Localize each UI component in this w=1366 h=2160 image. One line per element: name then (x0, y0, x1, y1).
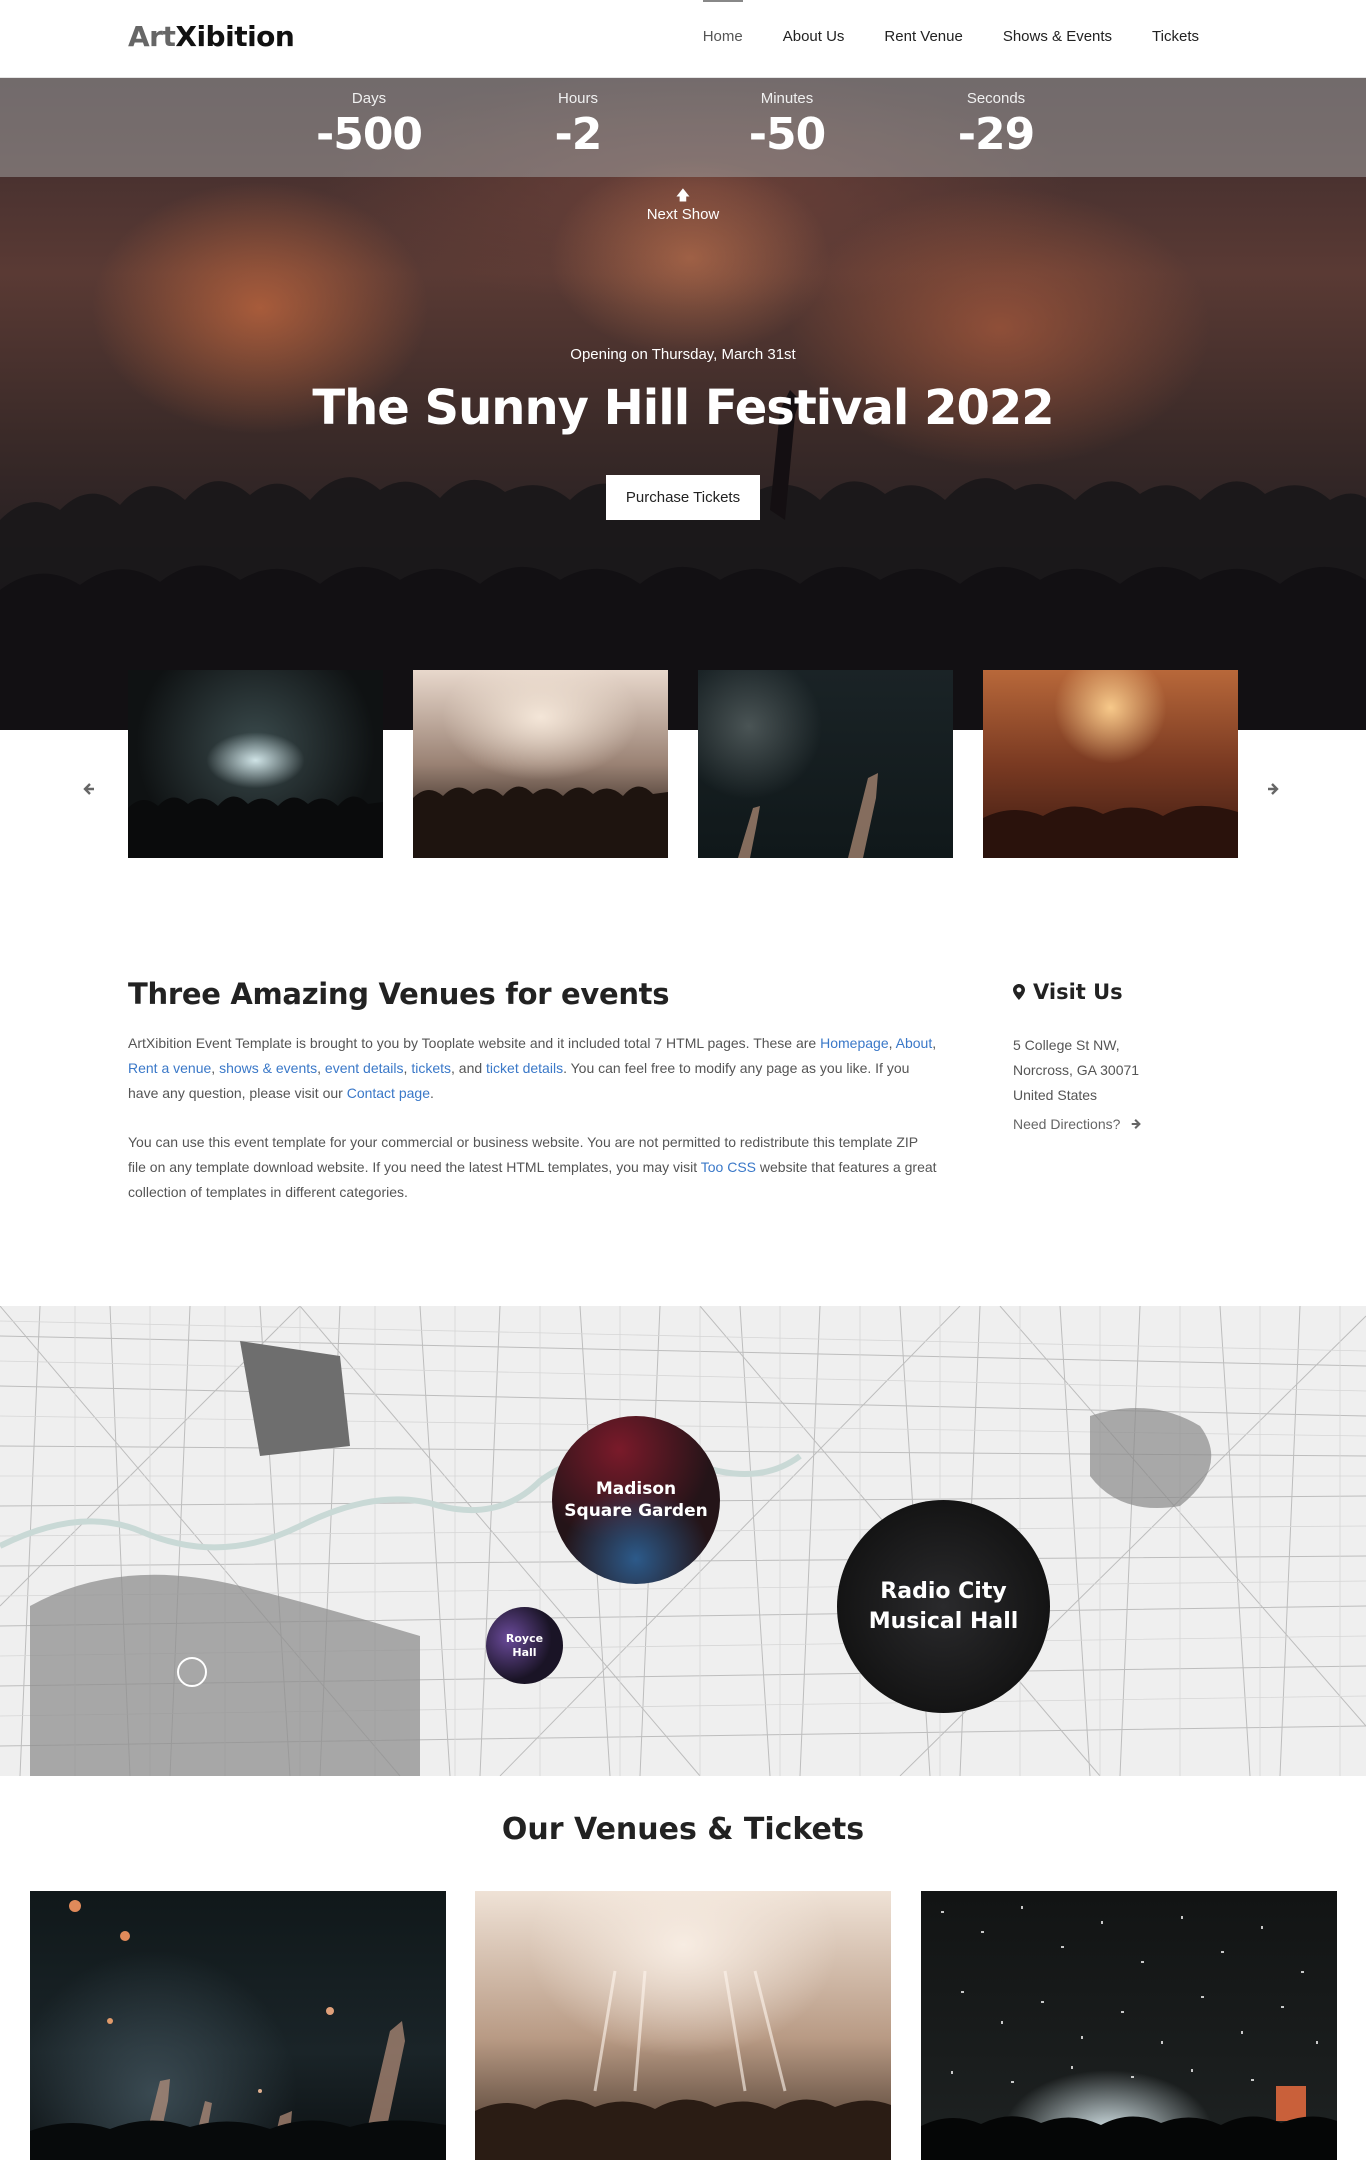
address-line: 5 College St NW, (1013, 1037, 1120, 1053)
carousel-image-1[interactable] (128, 670, 383, 858)
hero-title: The Sunny Hill Festival 2022 (312, 380, 1054, 436)
countdown-days: Days -500 (289, 90, 449, 160)
map-pin-icon (1013, 984, 1025, 1000)
paragraph-text: . (430, 1085, 434, 1101)
link-tickets[interactable]: tickets (411, 1060, 451, 1076)
link-ticket-details[interactable]: ticket details (486, 1060, 563, 1076)
map-venue-radio-city-musical-hall[interactable]: Radio City Musical Hall (837, 1500, 1050, 1713)
next-show-label: 🡅 Next Show (583, 188, 783, 223)
link-homepage[interactable]: Homepage (820, 1035, 889, 1051)
link-contact-page[interactable]: Contact page (347, 1085, 430, 1101)
venue-name-line: Hall (512, 1645, 537, 1659)
crowd-silhouette (128, 796, 383, 858)
about-paragraph-1: ArtXibition Event Template is brought to… (128, 1035, 937, 1101)
concert-photo (921, 1906, 1337, 2160)
purchase-tickets-button[interactable]: Purchase Tickets (606, 475, 760, 520)
opening-date: Opening on Thursday, March 31st (570, 346, 796, 363)
concert-photo (30, 1900, 446, 2160)
map-venue-madison-square-garden[interactable]: Madison Square Garden (552, 1416, 720, 1584)
paragraph-text: , and (451, 1060, 487, 1076)
heart-hands-silhouette (983, 805, 1238, 858)
paragraph-text: ArtXibition Event Template is brought to… (128, 1035, 821, 1051)
countdown-minutes: Minutes -50 (707, 90, 867, 160)
link-shows-events[interactable]: shows & events (219, 1060, 317, 1076)
venue-address: 5 College St NW, Norcross, GA 30071 Unit… (1013, 1033, 1139, 1108)
arrow-right-icon (1268, 783, 1279, 795)
venue-name-line: Musical Hall (868, 1608, 1019, 1634)
need-directions-link[interactable]: Need Directions? (1013, 1116, 1142, 1132)
countdown-seconds: Seconds -29 (916, 90, 1076, 160)
about-paragraph-2: You can use this event template for your… (128, 1130, 938, 1205)
countdown-value: -2 (554, 109, 603, 160)
logo-text-art: Art (128, 20, 176, 53)
arrow-right-icon (1131, 1118, 1142, 1130)
site-logo[interactable]: ArtXibition (128, 20, 295, 53)
top-navbar: ArtXibition Home About Us Rent Venue Sho… (0, 0, 1366, 78)
main-menu: Home About Us Rent Venue Shows & Events … (683, 0, 1219, 78)
crowd-silhouette (413, 786, 668, 858)
our-venues-tickets-title: Our Venues & Tickets (501, 1812, 865, 1847)
countdown-value: -50 (748, 109, 827, 160)
visit-us-heading: Visit Us (1013, 980, 1123, 1004)
venue-map[interactable]: Madison Square Garden Radio City Musical H… (0, 1306, 1366, 1776)
hero-banner: Days -500 Hours -2 Minutes -50 Seconds -… (0, 78, 1366, 730)
carousel-image-2[interactable] (413, 670, 668, 858)
carousel-image-3[interactable] (698, 670, 953, 858)
countdown-value: -500 (315, 109, 423, 160)
concert-photo (475, 1970, 891, 2160)
venue-name-line: Square Garden (564, 1501, 708, 1521)
venue-card-image-3[interactable] (921, 1891, 1337, 2160)
map-venue-royce-hall[interactable]: Royce Hall (486, 1607, 563, 1684)
directions-text: Need Directions? (1013, 1116, 1121, 1132)
venues-section-title: Three Amazing Venues for events (128, 977, 670, 1011)
link-about[interactable]: About (896, 1035, 933, 1051)
countdown-label: Days (351, 90, 387, 107)
nav-item-tickets[interactable]: Tickets (1132, 0, 1219, 78)
next-show-text: Next Show (646, 206, 720, 223)
venue-name-line: Madison (595, 1479, 677, 1499)
logo-text-xibition: Xibition (175, 20, 295, 53)
nav-item-about-us[interactable]: About Us (763, 0, 865, 78)
arrow-left-icon (83, 783, 94, 795)
hands-silhouette (738, 773, 878, 858)
link-too-css[interactable]: Too CSS (701, 1159, 756, 1175)
countdown-label: Minutes (760, 90, 814, 107)
arrow-up-icon: 🡅 (675, 187, 691, 203)
venue-card-image-2[interactable] (475, 1891, 891, 2160)
countdown-hours: Hours -2 (498, 90, 658, 160)
countdown-bar: Days -500 Hours -2 Minutes -50 Seconds -… (0, 78, 1366, 177)
nav-item-home[interactable]: Home (683, 0, 763, 78)
nav-item-rent-venue[interactable]: Rent Venue (864, 0, 982, 78)
carousel-image-4[interactable] (983, 670, 1238, 858)
visit-us-title: Visit Us (1033, 980, 1123, 1004)
carousel-next-button[interactable] (1263, 782, 1283, 802)
venue-name-line: Radio City (880, 1578, 1007, 1604)
venue-name-line: Royce (505, 1631, 544, 1645)
address-line: United States (1013, 1087, 1098, 1103)
link-rent-venue[interactable]: Rent a venue (128, 1060, 211, 1076)
countdown-label: Hours (557, 90, 598, 107)
countdown-label: Seconds (966, 90, 1026, 107)
carousel-prev-button[interactable] (79, 782, 99, 802)
countdown-value: -29 (957, 109, 1036, 160)
nav-item-shows-events[interactable]: Shows & Events (983, 0, 1132, 78)
address-line: Norcross, GA 30071 (1013, 1062, 1140, 1078)
venue-card-image-1[interactable] (30, 1891, 446, 2160)
link-event-details[interactable]: event details (325, 1060, 404, 1076)
